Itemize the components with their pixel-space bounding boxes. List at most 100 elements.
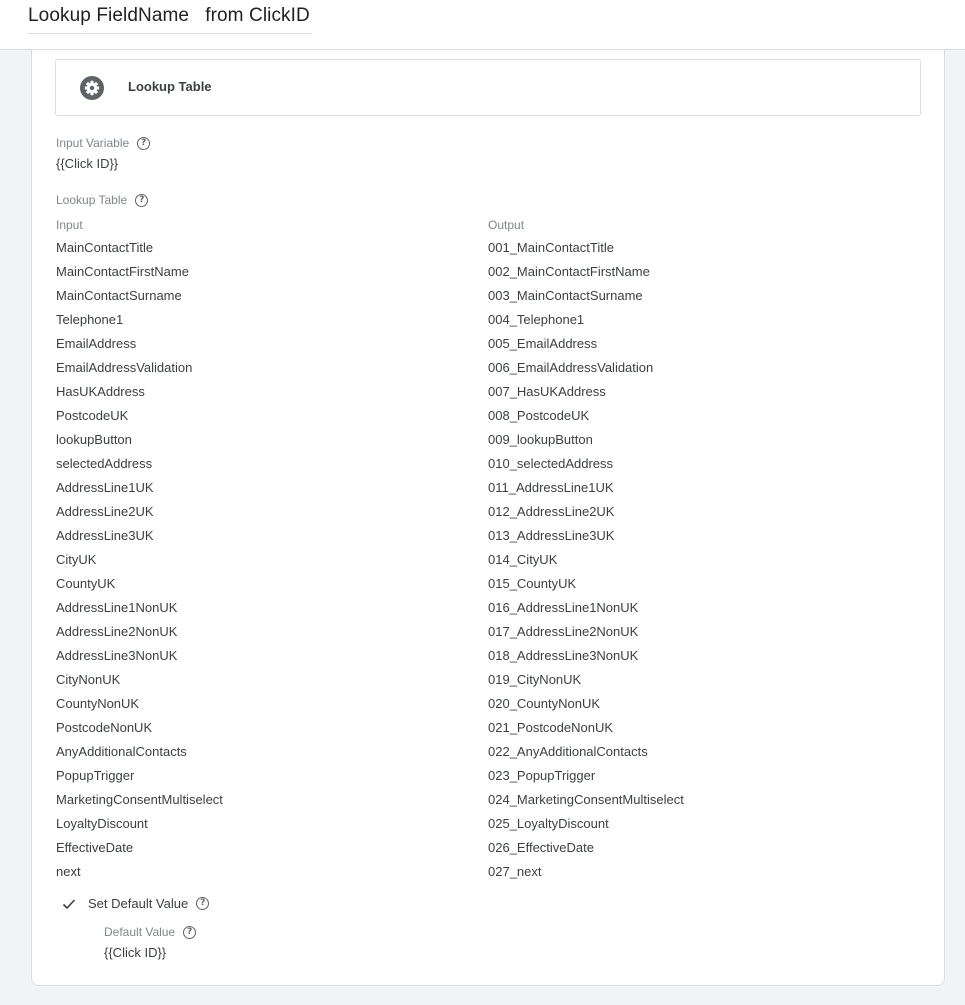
row-output-value: 015_CountyUK — [488, 576, 577, 591]
row-output-value: 023_PopupTrigger — [488, 768, 596, 783]
row-input-value: AddressLine2NonUK — [56, 624, 178, 639]
row-output-value: 007_HasUKAddress — [488, 384, 606, 399]
row-output-value: 010_selectedAddress — [488, 456, 614, 471]
table-row: AddressLine2UK 012_AddressLine2UK — [56, 503, 916, 527]
table-row: PopupTrigger 023_PopupTrigger — [56, 767, 916, 791]
table-row: selectedAddress 010_selectedAddress — [56, 455, 916, 479]
input-variable-value: {{Click ID}} — [56, 156, 119, 171]
row-output-value: 008_PostcodeUK — [488, 408, 590, 423]
row-output-value: 011_AddressLine1UK — [488, 480, 614, 495]
row-output-value: 013_AddressLine3UK — [488, 528, 615, 543]
row-output-value: 021_PostcodeNonUK — [488, 720, 614, 735]
row-output-value: 022_AnyAdditionalContacts — [488, 744, 648, 759]
table-row: AddressLine3NonUK 018_AddressLine3NonUK — [56, 647, 916, 671]
table-row: PostcodeUK 008_PostcodeUK — [56, 407, 916, 431]
row-input-value: MainContactSurname — [56, 288, 182, 303]
row-input-value: AnyAdditionalContacts — [56, 744, 187, 759]
help-icon[interactable]: ? — [137, 136, 151, 150]
table-row: HasUKAddress 007_HasUKAddress — [56, 383, 916, 407]
row-output-value: 016_AddressLine1NonUK — [488, 600, 639, 615]
row-input-value: AddressLine2UK — [56, 504, 154, 519]
table-row: MainContactFirstName 002_MainContactFirst… — [56, 263, 916, 287]
table-row: LoyaltyDiscount 025_LoyaltyDiscount — [56, 815, 916, 839]
row-output-value: 026_EffectiveDate — [488, 840, 594, 855]
lookup-table-label-row: Lookup Table ? — [56, 193, 149, 207]
table-row: AddressLine3UK 013_AddressLine3UK — [56, 527, 916, 551]
table-row: CityNonUK 019_CityNonUK — [56, 671, 916, 695]
row-output-value: 027_next — [488, 864, 542, 879]
table-row: EffectiveDate 026_EffectiveDate — [56, 839, 916, 863]
gear-icon — [80, 76, 104, 100]
lookup-table-rows: MainContactTitle 001_MainContactTitle Main… — [56, 239, 916, 887]
table-row: EmailAddress 005_EmailAddress — [56, 335, 916, 359]
row-input-value: EmailAddressValidation — [56, 360, 193, 375]
row-input-value: EffectiveDate — [56, 840, 134, 855]
row-input-value: EmailAddress — [56, 336, 137, 351]
row-input-value: CountyNonUK — [56, 696, 140, 711]
row-output-value: 019_CityNonUK — [488, 672, 582, 687]
table-row: AnyAdditionalContacts 022_AnyAdditionalCo… — [56, 743, 916, 767]
row-output-value: 004_Telephone1 — [488, 312, 585, 327]
variable-configuration-panel: Lookup Table Input Variable ? {{Click ID… — [31, 50, 945, 986]
variable-name[interactable]: Lookup FieldName from ClickID — [28, 5, 310, 26]
input-variable-label: Input Variable — [56, 136, 130, 150]
input-variable-label-row: Input Variable ? — [56, 136, 151, 150]
default-value-label: Default Value — [104, 925, 176, 939]
row-input-value: MainContactFirstName — [56, 264, 189, 279]
row-output-value: 009_lookupButton — [488, 432, 593, 447]
row-input-value: PopupTrigger — [56, 768, 135, 783]
help-icon[interactable]: ? — [196, 897, 210, 910]
table-row: AddressLine1NonUK 016_AddressLine1NonUK — [56, 599, 916, 623]
row-input-value: AddressLine3UK — [56, 528, 154, 543]
row-output-value: 020_CountyNonUK — [488, 696, 601, 711]
variable-name-field[interactable]: Lookup FieldName from ClickID — [28, 4, 312, 34]
row-input-value: AddressLine1NonUK — [56, 600, 178, 615]
input-column-header: Input — [56, 218, 83, 232]
row-input-value: MarketingConsentMultiselect — [56, 792, 223, 807]
table-row: next 027_next — [56, 863, 916, 887]
table-row: AddressLine1UK 011_AddressLine1UK — [56, 479, 916, 503]
row-input-value: AddressLine3NonUK — [56, 648, 178, 663]
default-value-label-row: Default Value ? — [104, 925, 197, 939]
row-output-value: 024_MarketingConsentMultiselect — [488, 792, 684, 807]
output-column-header: Output — [488, 218, 525, 232]
row-output-value: 002_MainContactFirstName — [488, 264, 650, 279]
row-input-value: Telephone1 — [56, 312, 124, 327]
table-row: lookupButton 009_lookupButton — [56, 431, 916, 455]
table-row: MarketingConsentMultiselect 024_Marketing… — [56, 791, 916, 815]
row-input-value: CountyUK — [56, 576, 116, 591]
help-icon[interactable]: ? — [183, 925, 197, 939]
row-output-value: 001_MainContactTitle — [488, 240, 614, 255]
table-row: Telephone1 004_Telephone1 — [56, 311, 916, 335]
table-row: CountyUK 015_CountyUK — [56, 575, 916, 599]
row-input-value: HasUKAddress — [56, 384, 145, 399]
variable-type-card[interactable]: Lookup Table — [55, 59, 921, 116]
set-default-value-row[interactable]: Set Default Value ? — [62, 896, 210, 911]
checkmark-icon[interactable] — [62, 897, 76, 911]
row-output-value: 003_MainContactSurname — [488, 288, 643, 303]
help-icon[interactable]: ? — [135, 193, 149, 207]
lookup-table-label: Lookup Table — [56, 193, 128, 207]
table-row: AddressLine2NonUK 017_AddressLine2NonUK — [56, 623, 916, 647]
row-output-value: 006_EmailAddressValidation — [488, 360, 654, 375]
row-output-value: 025_LoyaltyDiscount — [488, 816, 609, 831]
row-input-value: CityNonUK — [56, 672, 121, 687]
table-row: CityUK 014_CityUK — [56, 551, 916, 575]
table-row: CountyNonUK 020_CountyNonUK — [56, 695, 916, 719]
row-output-value: 018_AddressLine3NonUK — [488, 648, 639, 663]
top-bar: Lookup FieldName from ClickID — [0, 0, 965, 50]
row-output-value: 005_EmailAddress — [488, 336, 598, 351]
row-input-value: PostcodeUK — [56, 408, 129, 423]
row-input-value: PostcodeNonUK — [56, 720, 153, 735]
table-row: EmailAddressValidation 006_EmailAddressVa… — [56, 359, 916, 383]
set-default-value-label: Set Default Value — [88, 896, 189, 911]
variable-type-label: Lookup Table — [128, 79, 212, 94]
row-input-value: MainContactTitle — [56, 240, 154, 255]
row-input-value: CityUK — [56, 552, 97, 567]
table-row: MainContactTitle 001_MainContactTitle — [56, 239, 916, 263]
row-output-value: 012_AddressLine2UK — [488, 504, 615, 519]
row-input-value: next — [56, 864, 81, 879]
row-input-value: AddressLine1UK — [56, 480, 154, 495]
row-output-value: 017_AddressLine2NonUK — [488, 624, 639, 639]
table-row: MainContactSurname 003_MainContactSurname — [56, 287, 916, 311]
